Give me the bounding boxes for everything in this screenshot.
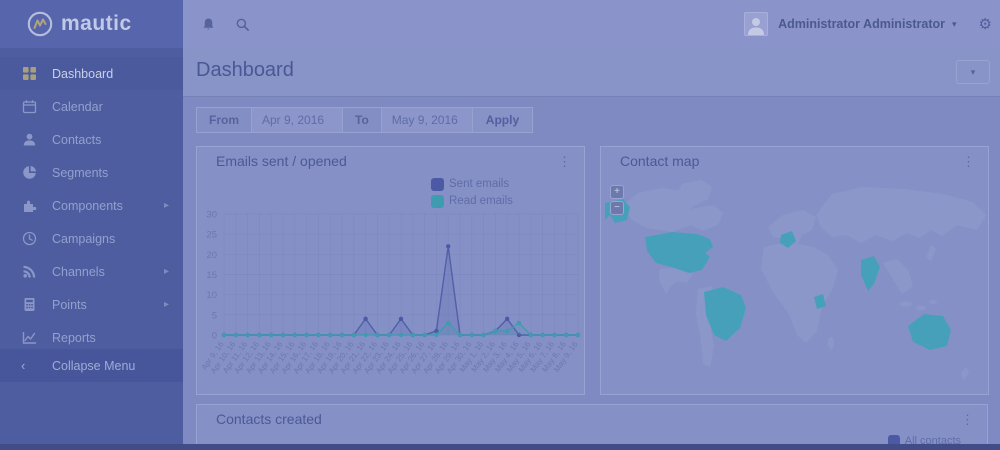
- map-island: [929, 300, 937, 304]
- chevron-down-icon: ▾: [971, 67, 976, 77]
- brand-logo[interactable]: mautic: [0, 0, 183, 48]
- sidebar-item-segments[interactable]: Segments: [0, 156, 183, 189]
- sidebar-item-label: Reports: [52, 331, 96, 345]
- svg-text:10: 10: [206, 290, 217, 301]
- map-country-se-asia: [883, 259, 913, 294]
- calculator-icon: [21, 297, 37, 313]
- panel-menu-icon[interactable]: ⋮: [558, 154, 571, 170]
- map-country-russia-asia: [816, 187, 986, 243]
- panel-menu-icon[interactable]: ⋮: [961, 412, 974, 428]
- map-country-new-zealand: [961, 367, 969, 381]
- svg-text:0: 0: [212, 331, 217, 342]
- map-country-australia: [908, 314, 951, 350]
- collapse-menu-button[interactable]: ‹ Collapse Menu: [0, 349, 183, 382]
- chart-icon: [21, 330, 37, 346]
- search-icon[interactable]: [233, 15, 251, 33]
- date-filter-toolbar: From Apr 9, 2016 To May 9, 2016 Apply: [196, 107, 533, 133]
- chevron-down-icon[interactable]: ▾: [952, 19, 957, 30]
- gear-icon[interactable]: ⚙: [979, 15, 992, 33]
- sidebar-item-label: Channels: [52, 265, 105, 279]
- chevron-left-icon: ‹: [21, 358, 37, 373]
- panel-title: Emails sent / opened: [216, 153, 347, 169]
- svg-text:15: 15: [206, 270, 217, 281]
- chevron-right-icon: ▸: [164, 266, 169, 277]
- avatar[interactable]: [744, 12, 768, 36]
- sidebar-item-dashboard[interactable]: Dashboard: [0, 57, 183, 90]
- map-zoom-in-button[interactable]: +: [610, 185, 624, 199]
- mautic-logo-icon: [27, 11, 53, 37]
- mautic-dashboard: mautic Dashboard Calendar Contacts: [0, 0, 1000, 450]
- map-country-usa: [645, 232, 713, 273]
- sidebar-item-label: Dashboard: [52, 67, 113, 81]
- svg-text:5: 5: [212, 310, 217, 321]
- map-island: [900, 301, 912, 306]
- sidebar-item-label: Components: [52, 199, 123, 213]
- puzzle-icon: [21, 198, 37, 214]
- emails-line-chart[interactable]: 051015202530Apr 9, 16Apr 10, 16Apr 11, 1…: [197, 187, 584, 393]
- chevron-right-icon: ▸: [164, 200, 169, 211]
- collapse-menu-label: Collapse Menu: [52, 359, 135, 373]
- chevron-right-icon: ▸: [164, 299, 169, 310]
- svg-text:20: 20: [206, 250, 217, 261]
- emails-sent-opened-panel: Emails sent / opened ⋮ Sent emails Read …: [196, 146, 585, 395]
- map-zoom-out-button[interactable]: −: [610, 201, 624, 215]
- person-icon: [21, 132, 37, 148]
- map-zoom-controls: + −: [610, 185, 624, 215]
- map-country-africa: [761, 242, 838, 343]
- sidebar-item-label: Segments: [52, 166, 108, 180]
- topbar: Administrator Administrator ▾ ⚙: [183, 0, 1000, 48]
- map-country-madagascar: [828, 337, 834, 349]
- calendar-icon: [21, 99, 37, 115]
- brand-name: mautic: [61, 12, 132, 36]
- dashboard-options-dropdown[interactable]: ▾: [956, 60, 990, 84]
- world-map[interactable]: [602, 175, 988, 394]
- page-title: Dashboard: [196, 59, 294, 82]
- clock-icon: [21, 231, 37, 247]
- panel-menu-icon[interactable]: ⋮: [962, 154, 975, 170]
- panel-title: Contacts created: [216, 411, 322, 427]
- map-island: [916, 306, 926, 311]
- sidebar-item-campaigns[interactable]: Campaigns: [0, 222, 183, 255]
- pie-icon: [21, 165, 37, 181]
- svg-text:30: 30: [206, 210, 217, 221]
- notifications-bell-icon[interactable]: [199, 15, 217, 33]
- sidebar-item-label: Calendar: [52, 100, 103, 114]
- date-to-input[interactable]: May 9, 2016: [381, 107, 473, 133]
- bottom-edge-bar: [0, 444, 1000, 450]
- sidebar-nav: Dashboard Calendar Contacts Segments: [0, 48, 183, 354]
- from-label: From: [196, 107, 252, 133]
- map-country-japan: [926, 245, 936, 261]
- contact-map-panel: Contact map ⋮ + −: [600, 146, 989, 395]
- sidebar-item-components[interactable]: Components ▸: [0, 189, 183, 222]
- sidebar-item-channels[interactable]: Channels ▸: [0, 255, 183, 288]
- grid-icon: [21, 66, 37, 82]
- to-label: To: [342, 107, 382, 133]
- sidebar-item-calendar[interactable]: Calendar: [0, 90, 183, 123]
- sidebar-item-label: Campaigns: [52, 232, 115, 246]
- sidebar-item-contacts[interactable]: Contacts: [0, 123, 183, 156]
- panel-title: Contact map: [620, 153, 699, 169]
- user-menu: Administrator Administrator ▾ ⚙: [744, 12, 1000, 36]
- svg-text:25: 25: [206, 230, 217, 241]
- apply-button[interactable]: Apply: [472, 107, 533, 133]
- sidebar: mautic Dashboard Calendar Contacts: [0, 0, 183, 450]
- page-header: Dashboard ▾: [183, 48, 1000, 97]
- rss-icon: [21, 264, 37, 280]
- user-name[interactable]: Administrator Administrator: [778, 17, 945, 31]
- sidebar-item-label: Points: [52, 298, 87, 312]
- sidebar-item-points[interactable]: Points ▸: [0, 288, 183, 321]
- map-country-india: [861, 256, 880, 291]
- date-from-input[interactable]: Apr 9, 2016: [251, 107, 343, 133]
- map-land: [623, 180, 986, 381]
- sidebar-item-label: Contacts: [52, 133, 101, 147]
